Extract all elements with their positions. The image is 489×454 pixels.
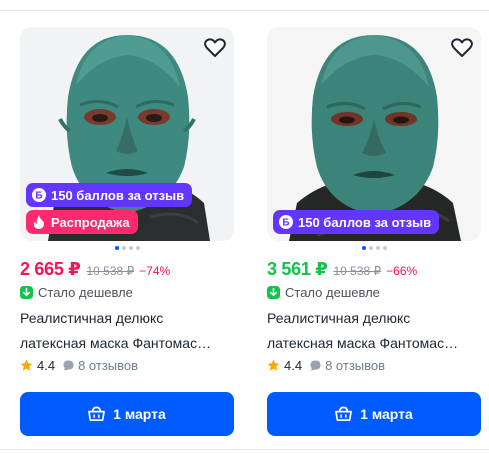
- review-count: 8 отзывов: [325, 358, 386, 373]
- current-price: 3 561 ₽: [267, 259, 328, 279]
- rating-row[interactable]: 4.4 8 отзывов: [267, 358, 385, 373]
- pagination-dot[interactable]: [361, 246, 366, 250]
- product-image[interactable]: Б 150 баллов за отзыв Распродажа: [20, 27, 234, 241]
- discount-percent: −66%: [386, 264, 418, 278]
- ozon-b-coin-icon: Б: [32, 188, 46, 202]
- product-title[interactable]: Реалистичная делюкс латексная маска Фант…: [20, 306, 234, 356]
- pagination-dot[interactable]: [375, 246, 380, 250]
- favorite-button[interactable]: [449, 35, 475, 61]
- points-badge: Б 150 баллов за отзыв: [26, 183, 193, 207]
- discount-percent: −74%: [139, 264, 171, 278]
- review-count: 8 отзывов: [78, 358, 139, 373]
- top-divider: [0, 10, 489, 11]
- old-price: 10 538 ₽: [86, 264, 135, 278]
- fire-icon: [32, 215, 46, 229]
- points-badge-label: 150 баллов за отзыв: [51, 187, 185, 203]
- product-card[interactable]: Б 150 баллов за отзыв Распродажа 2 665 ₽…: [20, 27, 234, 437]
- product-title[interactable]: Реалистичная делюкс латексная маска Фант…: [267, 306, 481, 356]
- arrow-down-green-icon: [267, 286, 280, 299]
- chat-bubble-icon: [63, 360, 74, 371]
- price-drop-label: Стало дешевле: [267, 285, 380, 300]
- points-badge: Б 150 баллов за отзыв: [273, 210, 440, 234]
- heart-outline-icon: [451, 38, 473, 57]
- image-pagination[interactable]: [267, 245, 481, 251]
- rating-value: 4.4: [284, 358, 303, 373]
- current-price: 2 665 ₽: [20, 259, 81, 279]
- image-pagination[interactable]: [20, 245, 234, 251]
- product-title-line: Реалистичная делюкс: [20, 310, 164, 326]
- ozon-b-coin-icon: Б: [279, 215, 293, 229]
- pagination-dot[interactable]: [114, 246, 119, 250]
- basket-icon: [335, 406, 353, 421]
- rating-value: 4.4: [37, 358, 56, 373]
- bottom-divider: [0, 449, 489, 450]
- product-title-line: латексная маска Фантомас…: [20, 335, 212, 351]
- price-drop-text: Стало дешевле: [285, 285, 380, 300]
- arrow-down-green-icon: [20, 286, 33, 299]
- add-to-cart-button[interactable]: 1 марта: [267, 392, 481, 436]
- product-image[interactable]: Б 150 баллов за отзыв: [267, 27, 481, 241]
- delivery-date-label: 1 марта: [113, 406, 166, 422]
- pagination-dot[interactable]: [135, 246, 140, 250]
- basket-icon: [88, 406, 106, 421]
- price-drop-text: Стало дешевле: [38, 285, 133, 300]
- star-icon: [20, 359, 33, 371]
- chat-bubble-icon: [310, 360, 321, 371]
- star-icon: [267, 359, 280, 371]
- price-drop-label: Стало дешевле: [20, 285, 133, 300]
- heart-outline-icon: [204, 38, 226, 57]
- rating-row[interactable]: 4.4 8 отзывов: [20, 358, 138, 373]
- pagination-dot[interactable]: [121, 246, 126, 250]
- sale-badge: Распродажа: [26, 210, 138, 234]
- svg-text:Б: Б: [282, 218, 289, 229]
- svg-text:Б: Б: [35, 191, 42, 202]
- pagination-dot[interactable]: [368, 246, 373, 250]
- delivery-date-label: 1 марта: [360, 406, 413, 422]
- product-title-line: латексная маска Фантомас…: [267, 335, 459, 351]
- sale-badge-label: Распродажа: [51, 214, 130, 230]
- price-row: 3 561 ₽ 10 538 ₽ −66%: [267, 259, 417, 280]
- product-title-line: Реалистичная делюкс: [267, 310, 411, 326]
- favorite-button[interactable]: [202, 35, 228, 61]
- pagination-dot[interactable]: [382, 246, 387, 250]
- add-to-cart-button[interactable]: 1 марта: [20, 392, 234, 436]
- points-badge-label: 150 баллов за отзыв: [298, 214, 432, 230]
- price-row: 2 665 ₽ 10 538 ₽ −74%: [20, 259, 170, 280]
- old-price: 10 538 ₽: [333, 264, 382, 278]
- product-card[interactable]: Б 150 баллов за отзыв 3 561 ₽ 10 538 ₽ −…: [267, 27, 481, 437]
- pagination-dot[interactable]: [128, 246, 133, 250]
